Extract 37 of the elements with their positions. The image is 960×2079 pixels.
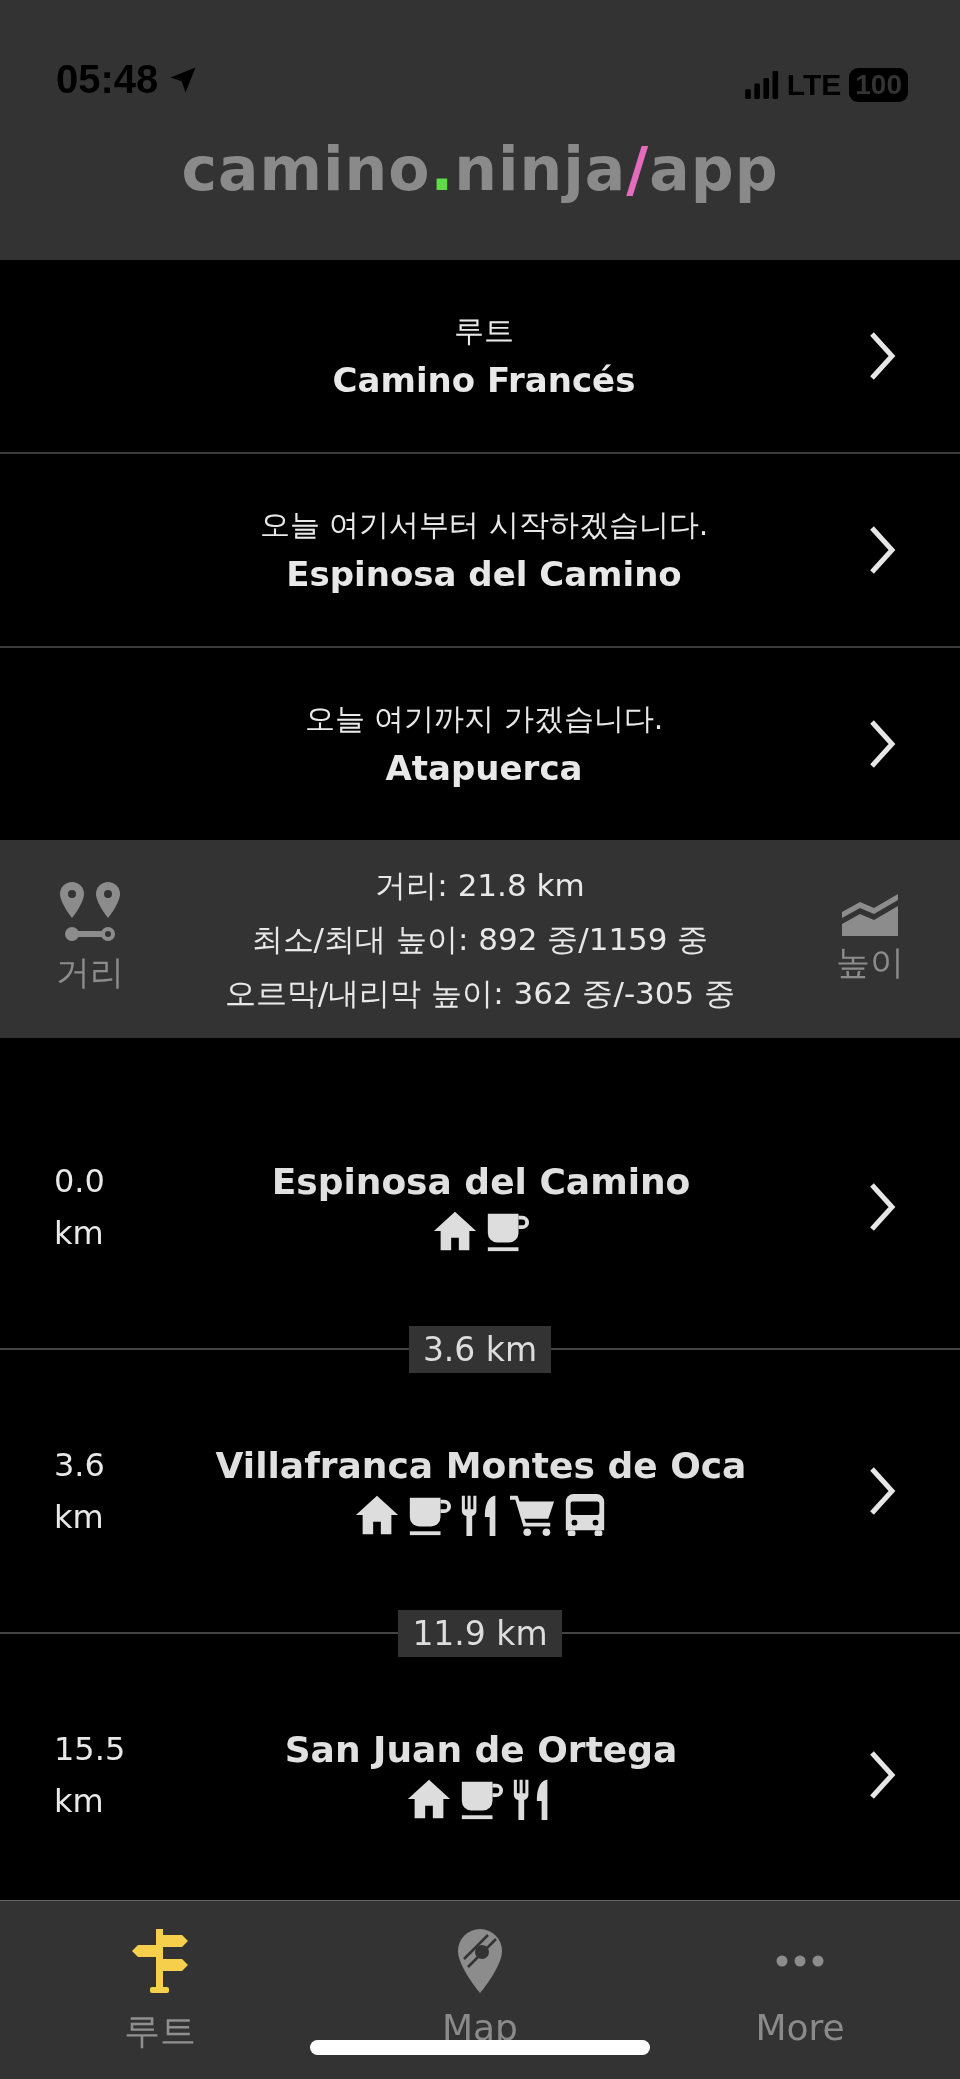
- chevron-right-icon: [868, 330, 896, 382]
- stop-distance: 3.6 km: [54, 1445, 106, 1538]
- area-chart-icon: [842, 892, 898, 936]
- stop-name: Villafranca Montes de Oca: [214, 1444, 748, 1486]
- stop-row[interactable]: 0.0 km Espinosa del Camino: [0, 1112, 960, 1302]
- setting-value: Atapuerca: [384, 747, 584, 790]
- signpost-icon: [132, 1929, 188, 1993]
- chevron-right-icon: [868, 524, 896, 576]
- stop-distance: 0.0 km: [54, 1161, 106, 1254]
- setting-label: 루트: [453, 312, 515, 350]
- stop-row[interactable]: 15.5 km San Juan de Ortega: [0, 1680, 960, 1870]
- tab-bar-item[interactable]: More: [640, 1901, 960, 2079]
- map-pin-icon: [458, 1929, 502, 1993]
- signal-icon: [744, 71, 779, 99]
- chevron-right-icon: [868, 1749, 896, 1801]
- stop-row[interactable]: 3.6 km Villafranca Montes de Oca: [0, 1396, 960, 1586]
- segment-distance: 11.9 km: [398, 1609, 562, 1657]
- more-dots-icon: [776, 1955, 824, 1967]
- distance-tab-label[interactable]: 거리: [56, 950, 124, 996]
- summary-line: 거리: 21.8 km: [374, 866, 586, 905]
- tab-bar-item[interactable]: 루트: [0, 1901, 320, 2079]
- setting-label: 오늘 여기까지 가겠습니다.: [303, 700, 665, 738]
- chevron-right-icon: [868, 1181, 896, 1233]
- tab-bar-item[interactable]: Map: [320, 1901, 640, 2079]
- summary-line: 최소/최대 높이: 892 중/1159 중: [250, 920, 710, 959]
- stop-name: San Juan de Ortega: [283, 1728, 679, 1770]
- stop-name: Espinosa del Camino: [270, 1160, 692, 1202]
- app-title: camino.ninja/app: [181, 133, 779, 204]
- setting-value: Espinosa del Camino: [285, 553, 683, 596]
- segment-distance: 3.6 km: [408, 1325, 552, 1373]
- stop-distance: 15.5 km: [54, 1729, 127, 1822]
- summary-line: 오르막/내리막 높이: 362 중/-305 중: [223, 974, 737, 1013]
- setting-value: Camino Francés: [331, 359, 637, 402]
- chevron-right-icon: [868, 718, 896, 770]
- elevation-tab-label[interactable]: 높이: [836, 940, 904, 986]
- chevron-right-icon: [868, 1465, 896, 1517]
- setting-label: 오늘 여기서부터 시작하겠습니다.: [258, 506, 710, 544]
